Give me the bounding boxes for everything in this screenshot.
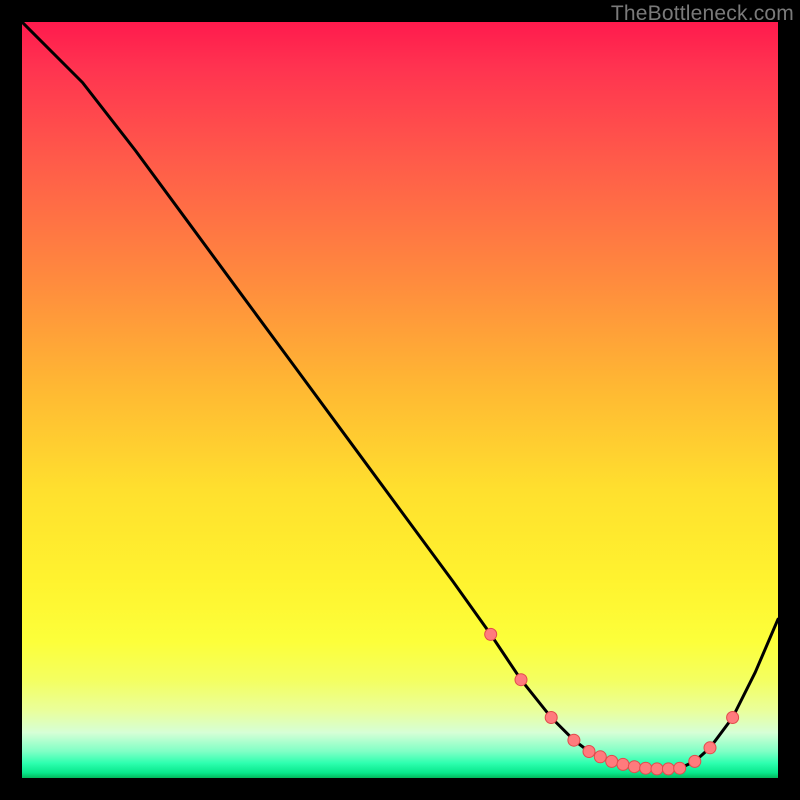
marker-point [583,746,595,758]
curve-layer [22,22,778,778]
watermark-text: TheBottleneck.com [611,2,794,26]
plot-area [22,22,778,778]
marker-point [485,628,497,640]
chart-frame: TheBottleneck.com [0,0,800,800]
marker-point [606,755,618,767]
marker-point [568,734,580,746]
marker-point [704,742,716,754]
marker-point [545,712,557,724]
marker-point [674,762,686,774]
marker-point [662,763,674,775]
marker-point [651,763,663,775]
marker-point [628,761,640,773]
bottleneck-markers [485,628,739,775]
marker-point [515,674,527,686]
marker-point [727,712,739,724]
bottleneck-curve [22,22,778,769]
marker-point [617,758,629,770]
marker-point [689,755,701,767]
marker-point [594,751,606,763]
marker-point [640,762,652,774]
